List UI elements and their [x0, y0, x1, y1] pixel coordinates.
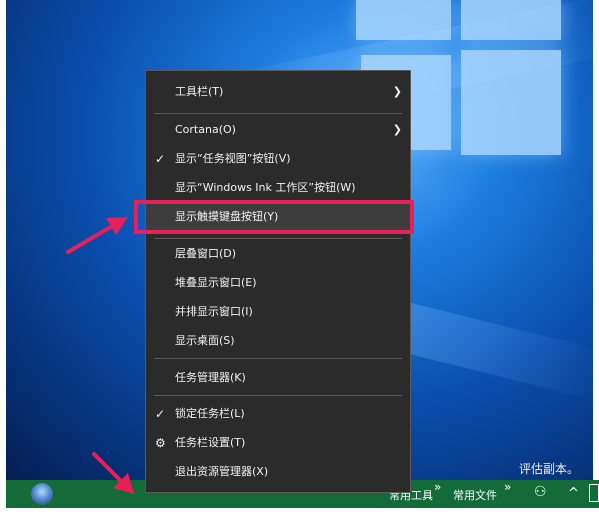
menu-item-label: 任务栏设置(T) — [175, 436, 246, 449]
start-avatar-icon[interactable] — [31, 483, 53, 505]
menu-item-label: Cortana(O) — [175, 123, 236, 136]
menu-item-cascade[interactable]: 层叠窗口(D) — [146, 241, 410, 267]
notification-icon[interactable] — [589, 484, 599, 502]
menu-item-show-desktop[interactable]: 显示桌面(S) — [146, 328, 410, 354]
menu-separator — [154, 358, 402, 359]
menu-item-stacked[interactable]: 堆叠显示窗口(E) — [146, 270, 410, 296]
menu-item-cortana[interactable]: Cortana(O) ❯ — [146, 117, 410, 143]
taskbar-context-menu: 工具栏(T) ❯ Cortana(O) ❯ ✓ 显示“任务视图”按钮(V) 显示… — [145, 70, 411, 493]
menu-item-label: 显示桌面(S) — [175, 334, 235, 347]
bottom-border — [0, 508, 599, 514]
menu-item-label: 退出资源管理器(X) — [175, 465, 269, 478]
people-icon[interactable]: ⚇ — [534, 484, 547, 500]
check-icon: ✓ — [155, 152, 166, 166]
menu-item-taskbar-settings[interactable]: ⚙ 任务栏设置(T) — [146, 430, 410, 456]
pointer-arrow-icon — [66, 217, 128, 254]
menu-separator — [154, 238, 402, 239]
menu-item-label: 显示“任务视图”按钮(V) — [175, 152, 291, 165]
toolbar-common-files[interactable]: 常用文件 — [453, 487, 497, 503]
menu-item-label: 工具栏(T) — [175, 85, 224, 98]
menu-item-exit-explorer[interactable]: 退出资源管理器(X) — [146, 459, 410, 485]
chevron-up-icon[interactable]: ^ — [568, 486, 579, 501]
overflow-icon[interactable]: » — [434, 480, 441, 494]
menu-item-label: 任务管理器(K) — [175, 371, 246, 384]
overflow-icon[interactable]: » — [504, 480, 511, 494]
menu-item-toolbars[interactable]: 工具栏(T) ❯ — [146, 79, 410, 105]
menu-item-label: 锁定任务栏(L) — [175, 407, 245, 420]
menu-item-label: 堆叠显示窗口(E) — [175, 276, 257, 289]
menu-separator — [154, 113, 402, 114]
highlight-box — [134, 200, 414, 234]
menu-separator — [154, 395, 402, 396]
menu-item-label: 显示“Windows Ink 工作区”按钮(W) — [175, 181, 356, 194]
pointer-arrow-icon — [92, 452, 134, 494]
toolbar-common-files-label: 常用文件 — [453, 489, 497, 502]
submenu-arrow-icon: ❯ — [392, 123, 402, 136]
check-icon: ✓ — [155, 407, 166, 421]
menu-item-side-by-side[interactable]: 并排显示窗口(I) — [146, 299, 410, 325]
menu-item-lock-taskbar[interactable]: ✓ 锁定任务栏(L) — [146, 401, 410, 427]
menu-item-label: 并排显示窗口(I) — [175, 305, 253, 318]
menu-item-show-windows-ink[interactable]: 显示“Windows Ink 工作区”按钮(W) — [146, 175, 410, 201]
gear-icon: ⚙ — [155, 436, 166, 450]
menu-item-show-task-view[interactable]: ✓ 显示“任务视图”按钮(V) — [146, 146, 410, 172]
menu-item-task-manager[interactable]: 任务管理器(K) — [146, 365, 410, 391]
evaluation-watermark: 评估副本。 — [518, 462, 579, 476]
submenu-arrow-icon: ❯ — [392, 85, 402, 98]
menu-item-label: 层叠窗口(D) — [175, 247, 237, 260]
